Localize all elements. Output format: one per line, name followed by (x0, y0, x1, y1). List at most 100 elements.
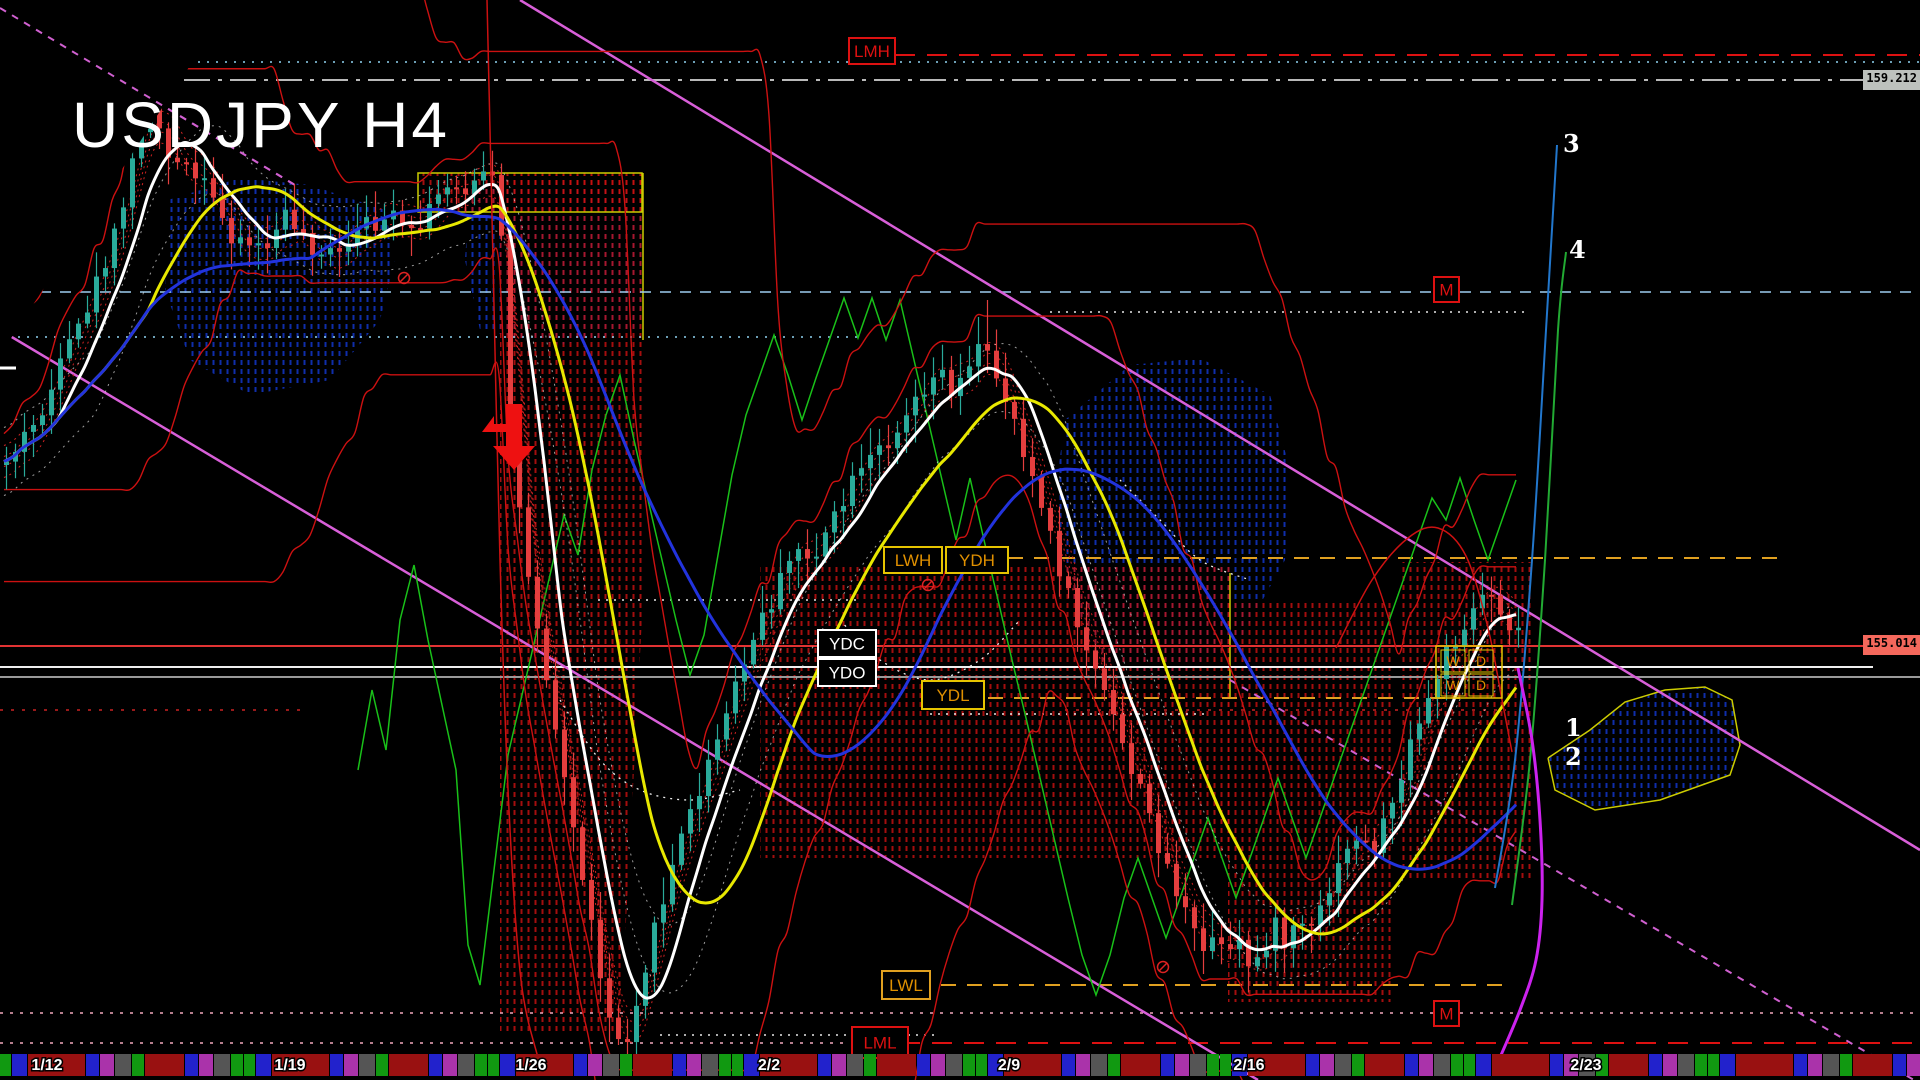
chart-canvas[interactable]: 3412LMHMLWH YDHYDCYDOYDLLWLMLMLW DW D1/12 1/… (0, 0, 1920, 1080)
x-axis-date[interactable]: 2/2 (756, 1056, 781, 1076)
session-ribbon-block (1708, 1054, 1719, 1076)
candle-body (463, 188, 468, 195)
session-ribbon-block (1794, 1054, 1807, 1076)
session-ribbon-block (702, 1054, 718, 1076)
candle-body (337, 248, 342, 252)
candle-body (895, 432, 900, 449)
candle-body (652, 922, 657, 973)
ichimoku-cloud-blue (165, 178, 395, 395)
candle-body (256, 243, 261, 246)
session-ribbon-block (832, 1054, 846, 1076)
candle-body (1390, 802, 1395, 819)
session-ribbon-block (877, 1054, 916, 1076)
candle-body (1282, 917, 1287, 949)
candle-body (1057, 530, 1062, 577)
candle-body (1453, 646, 1458, 649)
candle-body (1147, 783, 1152, 814)
candle-body (643, 972, 648, 1006)
candle-body (760, 612, 765, 640)
level-label-text: LMH (854, 42, 890, 61)
wd-cell-text: D (1476, 653, 1486, 669)
candle-body (1120, 714, 1125, 744)
candle-body (1156, 813, 1161, 854)
chart-window: 3 4 1 2 LMH M LWH YDH YDC YDO YDL LWL M LML W D W D 1/12 1/… (0, 0, 1920, 1080)
candle-body (436, 194, 441, 204)
session-ribbon-block (359, 1054, 375, 1076)
session-ribbon-block (1091, 1054, 1107, 1076)
candle-body (769, 609, 774, 613)
session-ribbon-block (976, 1054, 987, 1076)
session-ribbon-block (1076, 1054, 1090, 1076)
candle-body (184, 162, 189, 165)
x-axis-date[interactable]: 1/19 (273, 1056, 307, 1076)
session-ribbon-block (1720, 1054, 1735, 1076)
session-ribbon-block (1678, 1054, 1694, 1076)
candle-body (868, 454, 873, 469)
candle-body (922, 394, 927, 397)
candle-body (823, 532, 828, 557)
candle-body (580, 827, 585, 880)
session-ribbon-block (389, 1054, 428, 1076)
indicator-zone-red (1228, 600, 1392, 1002)
x-axis-date[interactable]: 2/23 (1569, 1056, 1603, 1076)
session-ribbon-block (1108, 1054, 1120, 1076)
session-ribbon-block (1220, 1054, 1231, 1076)
session-ribbon-block (1649, 1054, 1662, 1076)
x-axis-date[interactable]: 1/26 (514, 1056, 548, 1076)
candle-body (976, 344, 981, 367)
x-axis-date[interactable]: 2/9 (996, 1056, 1021, 1076)
candle-body (616, 1017, 621, 1040)
session-ribbon-block (132, 1054, 144, 1076)
candle-body (940, 369, 945, 378)
candle-body (247, 237, 252, 246)
reversal-marker-icon (399, 273, 409, 283)
session-ribbon-block (376, 1054, 388, 1076)
wave-number-label: 2 (1565, 742, 1582, 771)
candle-body (31, 425, 36, 432)
candle-body (409, 224, 414, 229)
candle-body (1462, 629, 1467, 647)
level-label-text: YDC (829, 635, 865, 654)
level-label-text: LML (863, 1034, 896, 1053)
wd-cell-text: W (1446, 677, 1460, 693)
candle-body (931, 377, 936, 395)
candle-body (841, 506, 846, 512)
level-label-text: YDH (959, 551, 995, 570)
candle-body (283, 209, 288, 230)
session-ribbon-block (1365, 1054, 1404, 1076)
candle-body (1201, 928, 1206, 951)
candle-body (481, 171, 486, 181)
candle-body (589, 879, 594, 920)
session-ribbon-block (1161, 1054, 1174, 1076)
candle-body (1219, 937, 1224, 945)
session-ribbon-block (1352, 1054, 1364, 1076)
candle-body (319, 254, 324, 257)
candle-body (1471, 608, 1476, 630)
candle-body (814, 556, 819, 559)
session-ribbon-block (488, 1054, 499, 1076)
candle-body (508, 235, 513, 427)
candle-body (1354, 840, 1359, 849)
candle-body (1093, 650, 1098, 669)
candle-body (211, 178, 216, 198)
session-ribbon-block (633, 1054, 672, 1076)
session-ribbon-block (1492, 1054, 1549, 1076)
candle-body (1408, 739, 1413, 781)
session-ribbon-block (1190, 1054, 1206, 1076)
session-ribbon-block (1663, 1054, 1677, 1076)
candle-body (985, 344, 990, 351)
session-ribbon-block (574, 1054, 587, 1076)
level-label-text: LWL (889, 976, 923, 995)
candle-body (1192, 907, 1197, 929)
candle-body (1021, 418, 1026, 458)
session-ribbon-block (946, 1054, 962, 1076)
x-axis-date[interactable]: 1/12 (30, 1056, 64, 1076)
candle-body (778, 572, 783, 610)
x-axis-date[interactable]: 2/16 (1232, 1056, 1266, 1076)
candle-body (886, 445, 891, 449)
session-ribbon-block (214, 1054, 230, 1076)
candle-body (1345, 848, 1350, 864)
wave-number-label: 4 (1569, 235, 1586, 264)
candle-body (607, 978, 612, 1018)
candle-body (697, 796, 702, 810)
